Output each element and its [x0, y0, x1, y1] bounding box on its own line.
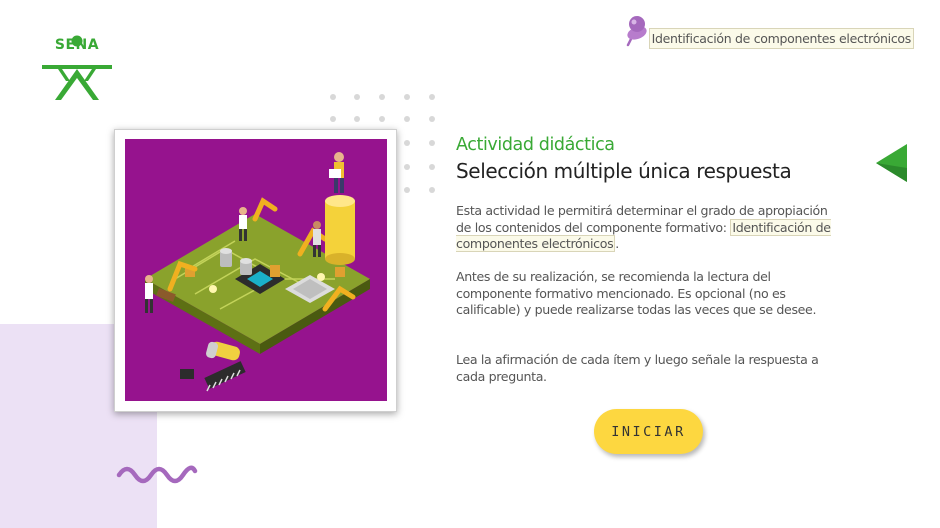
sena-logo: SENA [40, 34, 114, 102]
activity-kicker: Actividad didáctica [456, 135, 615, 155]
activity-illustration-frame [114, 129, 397, 412]
activity-heading: Selección múltiple única respuesta [456, 159, 792, 183]
start-button[interactable]: INICIAR [594, 409, 703, 454]
module-title: Identificación de componentes electrónic… [648, 28, 914, 49]
back-arrow-icon[interactable] [876, 144, 908, 182]
electronics-illustration [125, 139, 387, 401]
recommendation-paragraph: Antes de su realización, se recomienda l… [456, 269, 817, 317]
intro-paragraph: Esta actividad le permitirá determinar e… [456, 203, 836, 253]
decorative-squiggle [116, 462, 198, 488]
intro-end: . [615, 236, 619, 251]
instruction-paragraph: Lea la afirmación de cada ítem y luego s… [456, 352, 819, 384]
